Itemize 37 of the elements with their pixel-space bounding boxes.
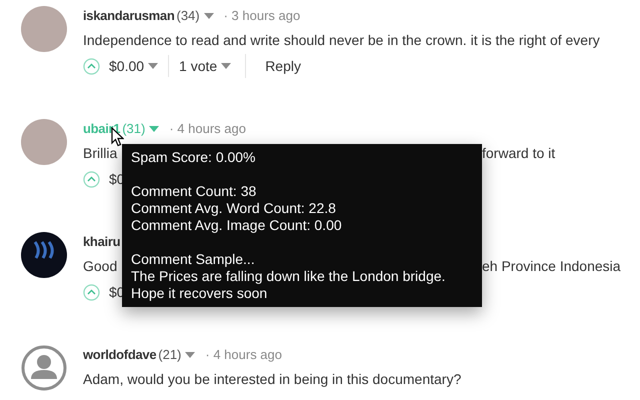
author-name[interactable]: khairu [83,232,120,252]
avatar-photo [21,6,67,52]
reply-link[interactable]: Reply [265,56,301,76]
reputation-score: (34) [176,7,200,26]
caret-icon[interactable] [204,13,214,19]
timestamp: · 4 hours ago [169,120,246,138]
comment-text: Good [83,258,118,274]
tooltip-text: Comment Avg. Word Count: 22.8 [131,200,337,217]
tooltip-text: The Prices are falling down like the London bridge. [131,268,446,285]
tooltip-text: Comment Count: 38 [131,183,258,200]
caret-icon[interactable] [149,126,160,132]
caret-icon[interactable] [185,352,196,358]
timestamp: · 4 hours ago [205,346,282,364]
caret-icon[interactable] [148,63,158,69]
tooltip-text: Comment Sample... [131,251,256,268]
user-silhouette-icon [21,345,67,391]
payout-amount[interactable]: $0.00 [109,56,144,76]
caret-icon[interactable] [221,63,232,69]
author-name[interactable]: iskandarusman [83,6,174,26]
tooltip-text: Hope it recovers soon [131,285,268,302]
comment-text: Independence to read and write should never be in the crown. it is the right of every [83,30,600,50]
tooltip-text: Comment Avg. Image Count: 0.00 [131,217,343,234]
reputation-score: (31) [122,120,146,138]
comment-text: Adam, would you be interested in being in this documentary? [83,370,462,389]
tooltip-text: Spam Score: 0.00% [131,149,257,166]
reputation-score: (21) [158,346,182,364]
upvote-icon[interactable] [83,170,100,188]
vote-count[interactable]: 1 vote [179,56,218,76]
timestamp: · 3 hours ago [224,7,300,26]
logo-avatar-icon [21,232,67,278]
upvote-icon[interactable] [83,58,100,74]
comment-text: forward to it [482,144,556,162]
upvote-icon[interactable] [83,284,100,300]
comment-text: eh Province Indonesia [482,256,621,276]
author-name[interactable]: worldofdave [83,345,156,365]
comment-text: Brillia [83,144,118,160]
avatar-photo [21,119,67,165]
